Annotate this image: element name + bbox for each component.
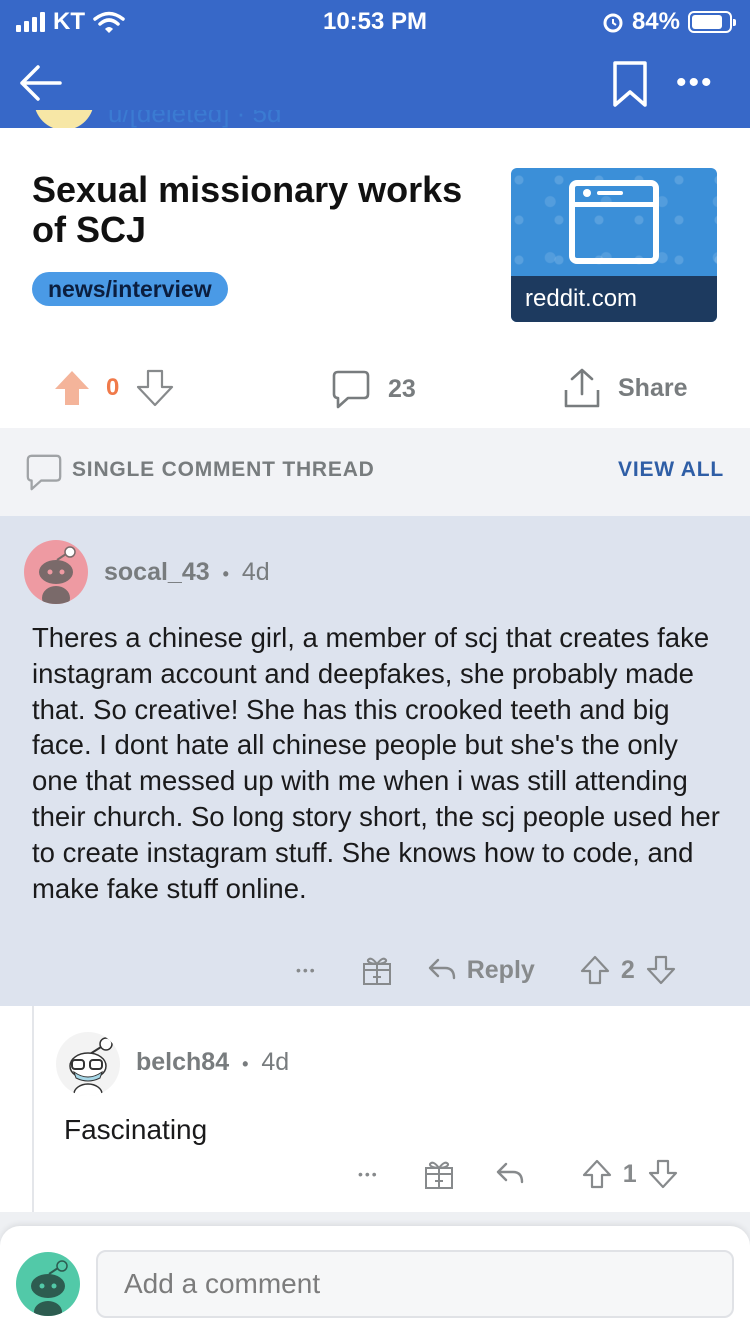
more-options-icon[interactable]: ••• (296, 962, 317, 978)
post-vote-count: 0 (106, 374, 120, 401)
comment-icon (26, 454, 62, 491)
comment-body: Theres a chinese girl, a member of scj t… (32, 622, 720, 904)
post-actions: 0 23 Share (0, 350, 750, 426)
comment-vote-count: 2 (620, 955, 635, 984)
arrow-left-icon[interactable] (16, 58, 66, 108)
battery-fill (692, 15, 723, 29)
add-comment-input[interactable]: Add a comment (96, 1250, 734, 1318)
comment-meta: belch84 • 4d (136, 1048, 289, 1077)
comment-body: Fascinating (64, 1114, 208, 1145)
share-button[interactable]: Share (560, 366, 687, 410)
post-title: Sexual missionary works of SCJ (32, 169, 463, 250)
battery-icon (688, 11, 736, 33)
upvote-icon[interactable] (581, 1158, 613, 1190)
meta-separator: • (222, 564, 229, 584)
reply-icon[interactable] (427, 956, 457, 984)
share-label: Share (618, 373, 688, 402)
comment-username[interactable]: socal_43 (104, 558, 210, 586)
avatar[interactable] (24, 540, 88, 604)
downvote-icon[interactable] (647, 1158, 679, 1190)
bookmark-icon[interactable] (612, 60, 648, 108)
comment-actions: ••• Reply 2 (296, 954, 677, 986)
thread-label: SINGLE COMMENT THREAD (72, 458, 375, 481)
link-thumbnail[interactable]: reddit.com (511, 168, 717, 322)
author-avatar (34, 110, 94, 128)
battery-percent: 84% (631, 8, 680, 35)
comments-button[interactable]: 23 (330, 368, 416, 410)
upvote-icon[interactable] (52, 368, 92, 408)
status-right: 84% (602, 8, 736, 36)
ellipsis-icon[interactable]: ••• (676, 68, 714, 98)
author-line: u/[deleted] · 5d (108, 110, 282, 128)
reply-button[interactable]: Reply (467, 956, 535, 985)
downvote-icon[interactable] (645, 954, 677, 986)
status-bar: KT 10:53 PM 84% (0, 0, 750, 40)
reply-icon[interactable] (495, 1160, 525, 1188)
thread-line[interactable] (32, 1006, 34, 1212)
browser-icon (569, 180, 659, 264)
post-flair[interactable]: news/interview (32, 272, 228, 306)
post-author-peek: u/[deleted] · 5d (34, 110, 734, 128)
comment-count: 23 (388, 374, 416, 403)
upvote-icon[interactable] (579, 954, 611, 986)
meta-separator: • (242, 1054, 249, 1074)
comment-composer: Add a comment (0, 1226, 750, 1334)
comment-reply: belch84 • 4d Fascinating ••• 1 (0, 1006, 750, 1212)
avatar[interactable] (56, 1032, 120, 1096)
top-bar: KT 10:53 PM 84% ••• (0, 0, 750, 128)
post-vote-group: 0 (52, 368, 175, 408)
thread-header: SINGLE COMMENT THREAD VIEW ALL (0, 428, 750, 516)
comment-age: 4d (261, 1048, 290, 1076)
gift-award-icon[interactable] (361, 954, 393, 986)
downvote-icon[interactable] (135, 368, 175, 408)
snoo-avatar-icon (39, 546, 76, 604)
comment-vote-count: 1 (622, 1159, 637, 1188)
alarm-icon (603, 13, 623, 33)
snoo-avatar-icon (31, 1260, 68, 1316)
comment-highlighted: socal_43 • 4d Theres a chinese girl, a m… (0, 516, 750, 1006)
snoo-avatar-icon (69, 1037, 113, 1096)
avatar[interactable] (16, 1252, 80, 1316)
comment-age: 4d (241, 558, 270, 586)
comment-icon (332, 370, 370, 409)
gift-award-icon[interactable] (423, 1158, 455, 1190)
share-icon (564, 368, 600, 408)
view-all-button[interactable]: VIEW ALL (618, 458, 724, 482)
link-domain: reddit.com (511, 276, 717, 322)
comment-actions: ••• 1 (358, 1158, 679, 1190)
app-root: KT 10:53 PM 84% ••• u/[deleted] · 5d Sex… (0, 0, 750, 1334)
comment-meta: socal_43 • 4d (104, 558, 270, 587)
comment-username[interactable]: belch84 (136, 1048, 229, 1076)
more-options-icon[interactable]: ••• (358, 1166, 379, 1182)
